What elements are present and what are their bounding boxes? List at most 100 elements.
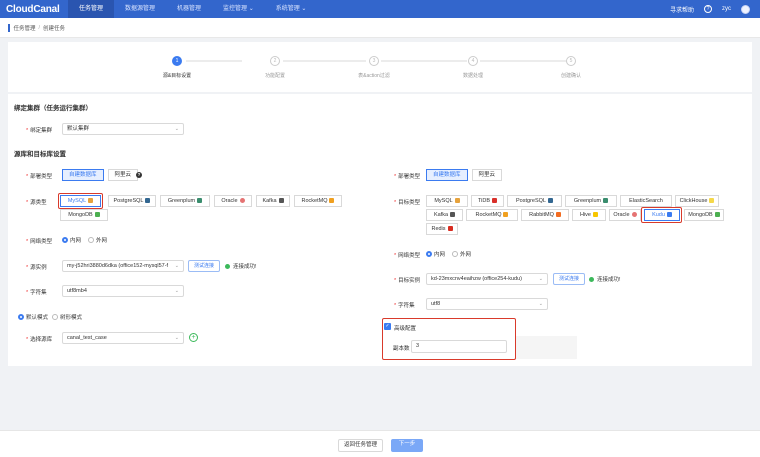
source-db-kafka[interactable]: Kafka — [256, 195, 290, 207]
source-test-button[interactable]: 测试连接 — [188, 260, 220, 272]
target-instance-select[interactable]: kd-23mxcnv4eaihzw (office254-kudu) ⌄ — [426, 273, 548, 285]
success-icon — [589, 276, 594, 282]
add-icon[interactable]: + — [189, 333, 198, 342]
cluster-select[interactable]: 默认集群 ⌄ — [62, 123, 184, 135]
breadcrumb-parent[interactable]: 任务管理 — [14, 24, 36, 32]
nav-item-tasks[interactable]: 任务管理 — [68, 0, 115, 18]
target-db-greenplum[interactable]: Greenplum — [565, 195, 617, 207]
target-deploy-aliyun[interactable]: 阿里云 — [471, 169, 503, 181]
breadcrumb: 任务管理 / 创建任务 — [0, 18, 760, 38]
next-button[interactable]: 下一步 — [391, 439, 423, 452]
mongodb-icon — [94, 212, 100, 217]
back-button[interactable]: 返回任务管理 — [338, 439, 383, 452]
target-db-hive[interactable]: Hive — [572, 209, 606, 221]
target-db-tidb[interactable]: TiDB — [471, 195, 504, 207]
help-icon[interactable]: ? — [136, 172, 142, 178]
mysql-icon — [454, 198, 460, 203]
target-db-oracle[interactable]: Oracle — [609, 209, 641, 221]
source-deploy-label: * 部署类型 — [26, 174, 53, 180]
nav-item-system[interactable]: 系统管理 ⌄ — [265, 0, 318, 18]
nav-item-machines[interactable]: 机器管理 — [166, 0, 212, 18]
mode-default[interactable]: 默认模式 — [18, 313, 48, 321]
step-1: 1 源&目标设置 — [137, 56, 217, 79]
step-label: 功能配置 — [264, 73, 285, 79]
target-charset-label: * 字符集 — [394, 303, 415, 309]
greenplum-icon — [197, 198, 203, 203]
step-3: 3 表&action过滤 — [334, 56, 414, 79]
target-net-label: * 网络类型 — [394, 253, 421, 259]
radio-dot — [18, 314, 24, 320]
target-deploy-type: 自建数据库 阿里云 — [426, 169, 503, 181]
target-db-postgresql[interactable]: PostgreSQL — [507, 195, 562, 207]
kafka-icon — [450, 212, 456, 217]
source-net-label: * 网络类型 — [26, 239, 53, 245]
source-instance-select[interactable]: my-j52hri3880d6dka (office152-mysql57-f ⌄ — [62, 260, 184, 272]
source-net-external[interactable]: 外网 — [88, 236, 107, 244]
source-schema-select[interactable]: canal_test_case ⌄ — [62, 332, 184, 344]
advanced-checkbox[interactable]: ✓ — [384, 323, 391, 330]
target-db-kafka[interactable]: Kafka — [426, 209, 463, 221]
source-net-internal[interactable]: 内网 — [62, 236, 81, 244]
highlight-box — [58, 193, 103, 209]
source-deploy-aliyun[interactable]: 阿里云 — [107, 169, 139, 181]
mode-tree[interactable]: 树形模式 — [52, 313, 82, 321]
db-section-title: 源库和目标库设置 — [14, 151, 66, 158]
help-icon[interactable]: ? — [704, 5, 712, 13]
step-number: 5 — [566, 56, 576, 66]
step-number: 1 — [172, 56, 182, 66]
target-net-external[interactable]: 外网 — [452, 250, 471, 258]
target-deploy-selfbuilt[interactable]: 自建数据库 — [426, 169, 468, 181]
clickhouse-icon — [709, 198, 715, 203]
highlight-box — [641, 207, 682, 223]
step-label: 数据处理 — [462, 73, 483, 79]
target-net-internal[interactable]: 内网 — [426, 250, 445, 258]
chevron-down-icon: ⌄ — [174, 288, 179, 294]
username[interactable]: zyc — [722, 6, 731, 12]
source-charset-select[interactable]: utf8mb4 ⌄ — [62, 285, 184, 297]
nav-item-monitor[interactable]: 监控管理 ⌄ — [212, 0, 265, 18]
replica-label: 副本数 — [393, 346, 410, 352]
target-db-redis[interactable]: Redis — [426, 223, 458, 235]
source-db-oracle[interactable]: Oracle — [214, 195, 252, 207]
target-instance-label: * 目标实例 — [394, 278, 421, 284]
source-dbtype-label: * 源类型 — [26, 200, 47, 206]
replica-input[interactable]: 3 — [411, 340, 507, 353]
step-label: 表&action过滤 — [358, 73, 390, 79]
target-db-mysql[interactable]: MySQL — [426, 195, 468, 207]
help-link[interactable]: 寻求帮助 — [670, 5, 694, 14]
target-db-rocketmq[interactable]: RocketMQ — [466, 209, 518, 221]
target-db-elasticsearch[interactable]: ElasticSearch — [620, 195, 672, 207]
step-5: 5 创建确认 — [531, 56, 611, 79]
target-charset-select[interactable]: utf8 ⌄ — [426, 298, 548, 310]
target-test-button[interactable]: 测试连接 — [553, 273, 585, 285]
radio-dot — [52, 314, 58, 320]
target-db-mongodb[interactable]: MongoDB — [684, 209, 724, 221]
advanced-bg — [516, 336, 577, 359]
target-deploy-label: * 部署类型 — [394, 174, 421, 180]
source-charset-label: * 字符集 — [26, 290, 47, 296]
rabbitmq-icon — [555, 212, 561, 217]
source-db-postgresql[interactable]: PostgreSQL — [108, 195, 156, 207]
mongodb-icon — [714, 212, 720, 217]
oracle-icon — [631, 212, 637, 217]
chevron-down-icon: ⌄ — [538, 301, 543, 307]
target-db-rabbitmq[interactable]: RabbitMQ — [521, 209, 569, 221]
target-db-clickhouse[interactable]: ClickHouse — [675, 195, 719, 207]
source-db-rocketmq[interactable]: RocketMQ — [294, 195, 342, 207]
oracle-icon — [239, 198, 245, 203]
avatar[interactable] — [741, 4, 750, 14]
postgresql-icon — [145, 198, 151, 203]
source-conn-status: 连接成功! — [225, 262, 257, 270]
step-2: 2 功能配置 — [235, 56, 315, 79]
rocketmq-icon — [329, 198, 335, 203]
source-db-greenplum[interactable]: Greenplum — [160, 195, 210, 207]
source-deploy-selfbuilt[interactable]: 自建数据库 — [62, 169, 104, 181]
step-4: 4 数据处理 — [433, 56, 513, 79]
breadcrumb-separator: / — [38, 24, 41, 31]
logo: CloudCanal — [6, 3, 60, 15]
cluster-section-title: 绑定集群（任务运行集群） — [14, 105, 92, 112]
nav-item-datasources[interactable]: 数据源管理 — [114, 0, 166, 18]
footer-bar: 返回任务管理 下一步 — [0, 430, 760, 457]
source-db-mongodb[interactable]: MongoDB — [60, 209, 108, 221]
source-deploy-type: 自建数据库 阿里云 — [62, 169, 139, 181]
